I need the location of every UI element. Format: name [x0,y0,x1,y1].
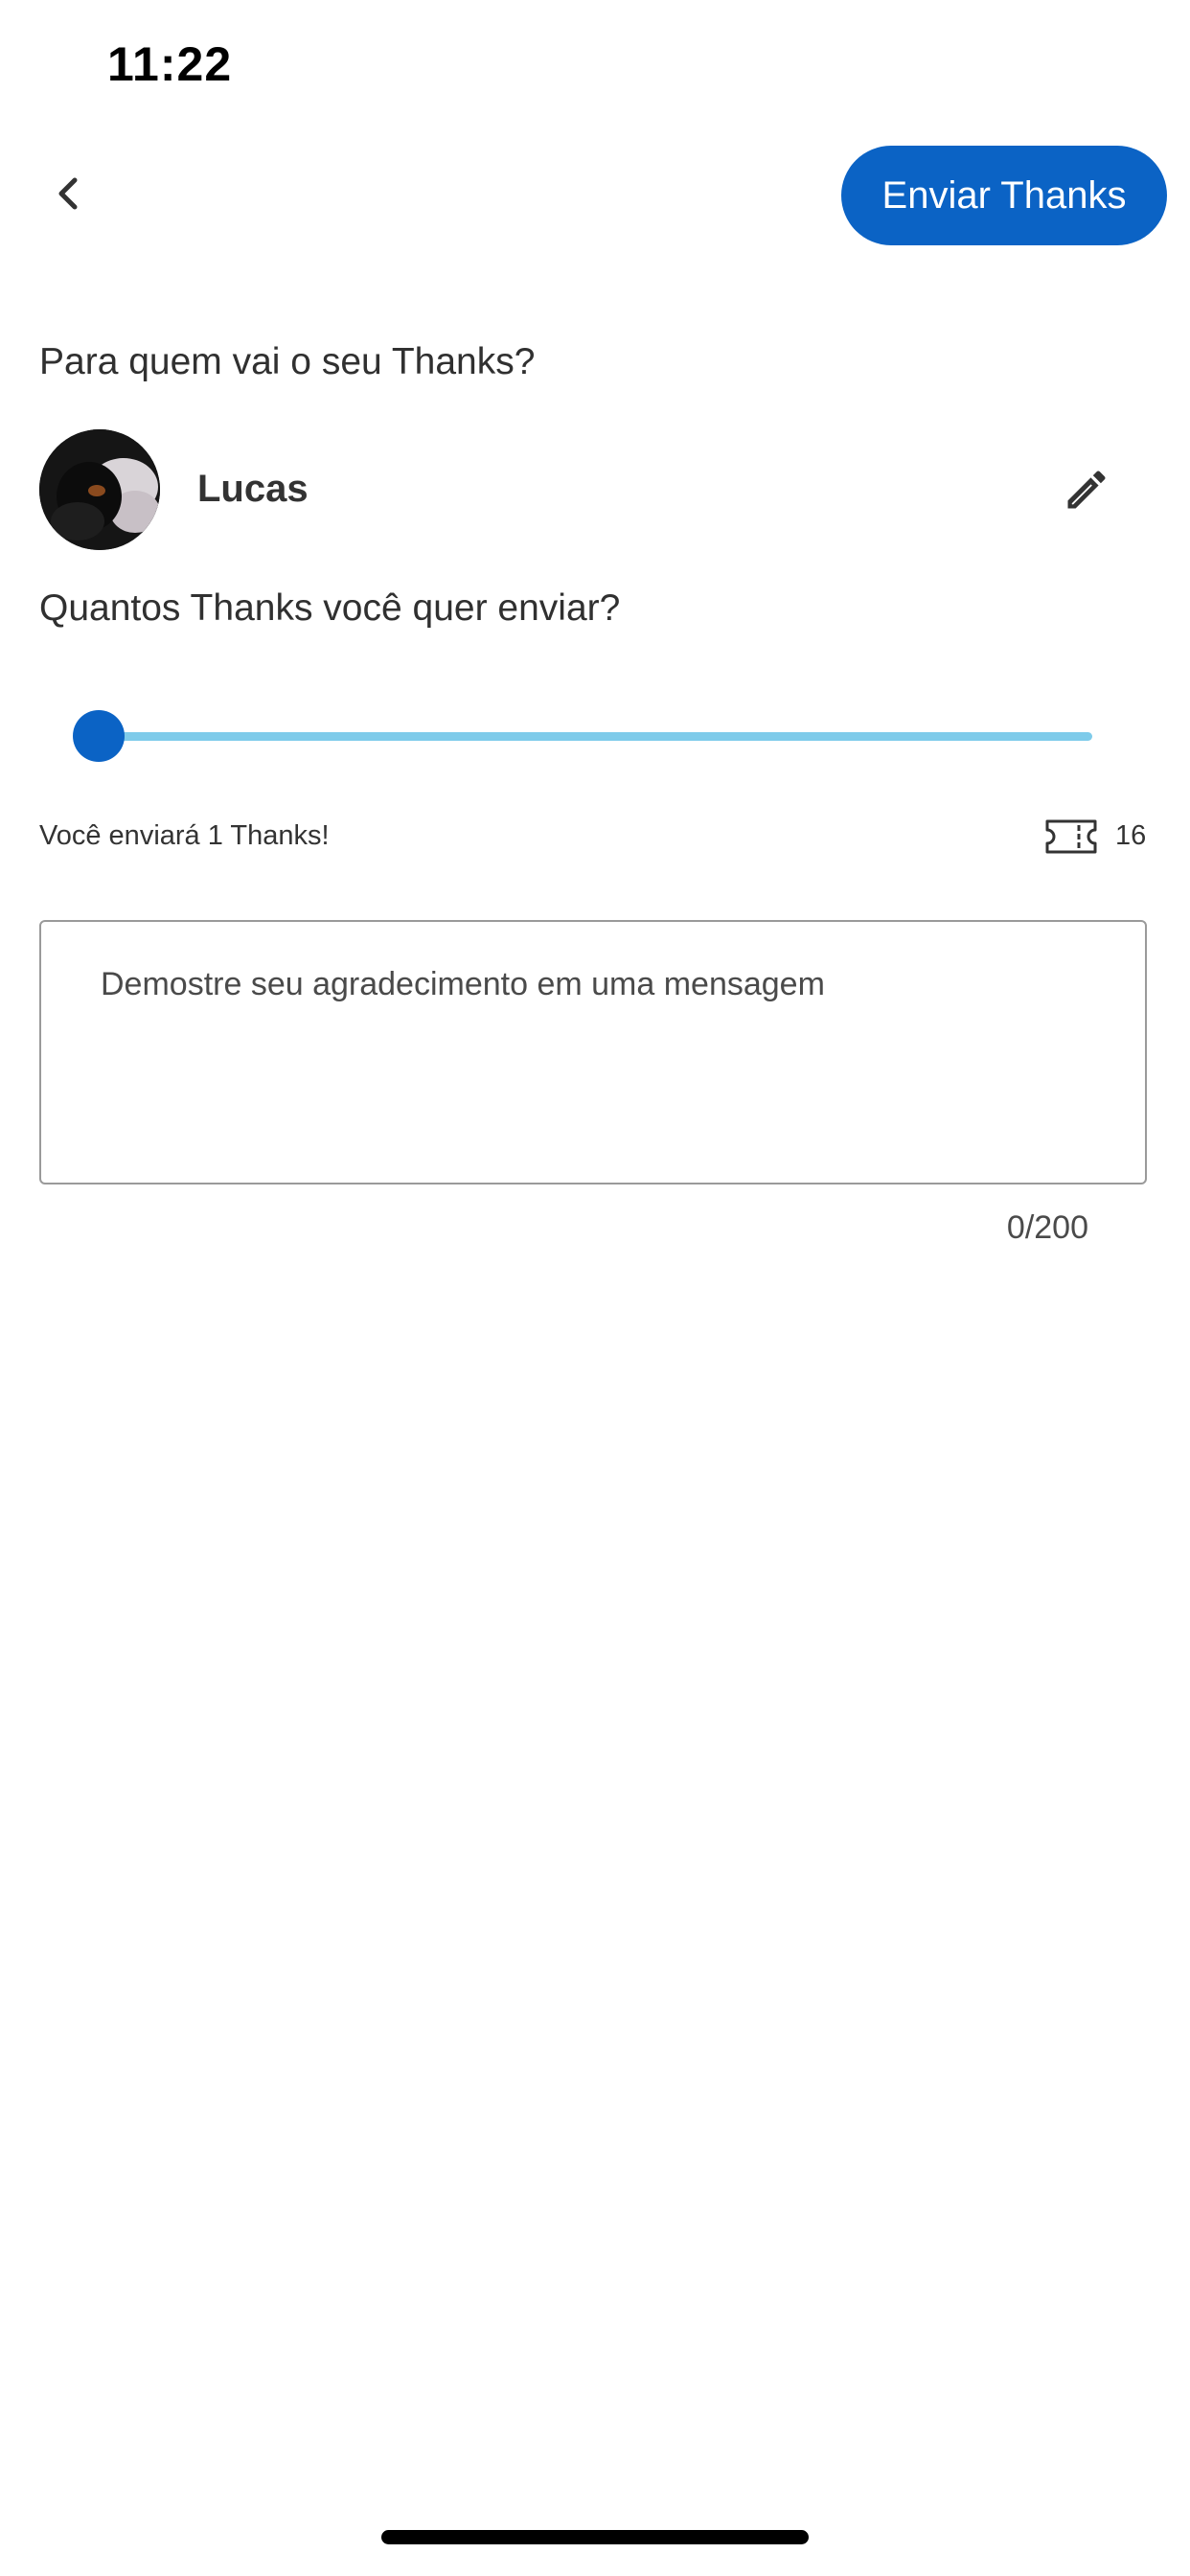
edit-recipient-button[interactable] [1055,458,1118,521]
back-button[interactable] [38,163,100,224]
thanks-balance: 16 [1044,816,1150,857]
pencil-icon [1067,471,1106,509]
recipient-question: Para quem vai o seu Thanks? [39,341,536,382]
chevron-left-icon [58,177,78,210]
recipient-row: Lucas [39,429,1151,550]
ticket-icon [1045,819,1097,854]
thanks-summary: Você enviará 1 Thanks! [39,820,330,851]
balance-value: 16 [1115,820,1147,851]
avatar [39,429,160,550]
message-input[interactable]: Demostre seu agradecimento em uma mensag… [39,920,1147,1184]
recipient-name: Lucas [197,468,309,510]
send-thanks-button[interactable]: Enviar Thanks [841,146,1167,245]
character-counter: 0/200 [1006,1209,1088,1246]
status-bar-time: 11:22 [107,37,233,91]
slider-track[interactable] [98,732,1092,741]
message-placeholder: Demostre seu agradecimento em uma mensag… [101,966,825,1002]
home-indicator [381,2530,809,2544]
slider-thumb[interactable] [73,710,125,762]
amount-question: Quantos Thanks você quer enviar? [39,587,621,629]
thanks-amount-slider[interactable] [73,709,1092,763]
